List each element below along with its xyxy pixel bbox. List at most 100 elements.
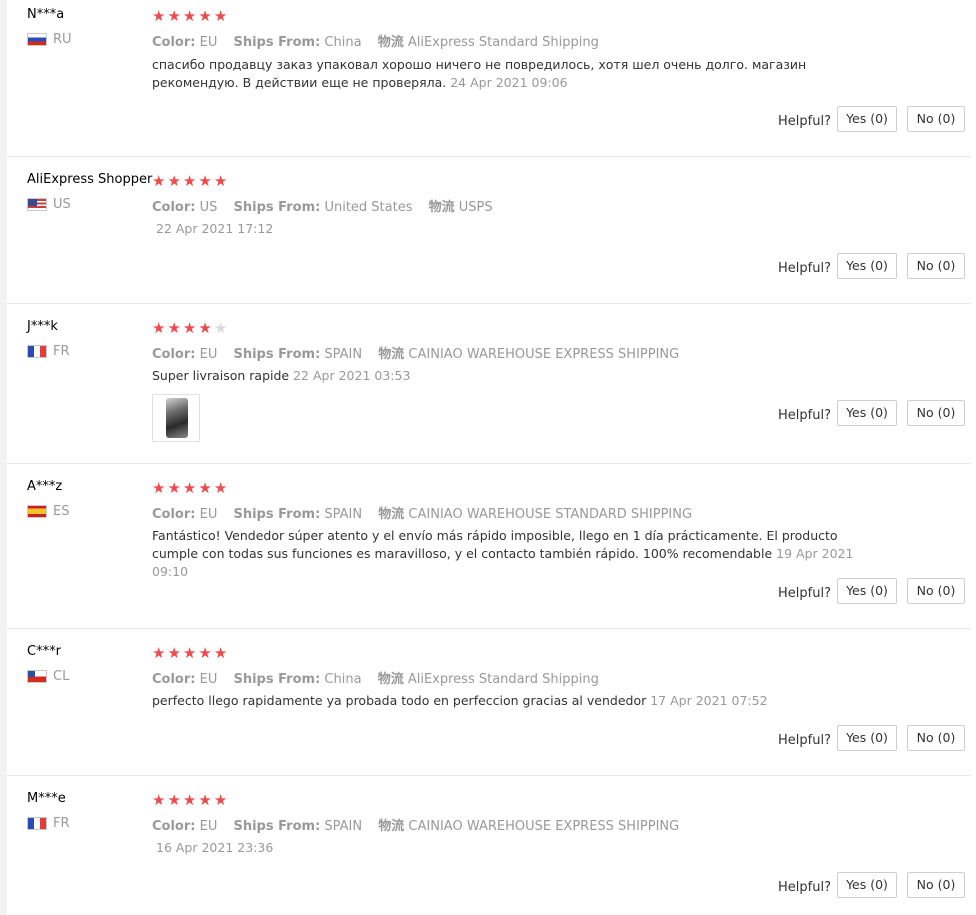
star-icon: ★ [152,479,166,497]
country-code: ES [53,504,70,519]
review-body: perfecto llego rapidamente ya probada to… [152,693,647,708]
helpful-no-button[interactable]: No (0) [907,725,965,751]
purchase-info: Color: EU Ships From: China 物流 AliExpres… [152,668,611,687]
color-label: Color: [152,347,196,362]
reviewer-country: ES [27,504,69,519]
star-icon: ★ [213,7,228,25]
flag-es-icon [27,505,47,518]
flag-fr-icon [27,345,47,358]
product-photo [166,398,188,438]
ships-from-label: Ships From: [233,35,321,50]
review-body: Fantástico! Vendedor súper atento y el e… [152,528,838,561]
star-icon: ★ [152,791,166,809]
helpful-yes-button[interactable]: Yes (0) [837,253,897,279]
star-icon: ★ [182,319,197,337]
color-label: Color: [152,819,196,834]
helpful-label: Helpful? [778,261,831,276]
review-date: 22 Apr 2021 17:12 [156,221,274,236]
review-text: 22 Apr 2021 17:12 [152,220,882,238]
helpful-no-button[interactable]: No (0) [907,400,965,426]
logistics-label: 物流 [378,819,405,834]
star-rating: ★ ★ ★ ★ ★ [152,173,227,189]
ships-from-label: Ships From: [233,672,321,687]
star-rating: ★ ★ ★ ★ ★ [152,645,227,661]
star-icon: ★ [167,479,181,497]
star-icon: ★ [198,172,212,190]
color-label: Color: [152,672,196,687]
color-value: EU [199,507,218,522]
ships-from-value: United States [324,200,413,215]
left-scroll-gutter [0,0,7,915]
reviewer-name: C***r [27,644,61,659]
reviewer-country: FR [27,344,70,359]
color-label: Color: [152,35,196,50]
shipping-method: CAINIAO WAREHOUSE EXPRESS SHIPPING [408,819,680,834]
review-date: 24 Apr 2021 09:06 [450,75,568,90]
logistics-label: 物流 [377,35,404,50]
color-value: EU [199,819,218,834]
star-icon: ★ [198,791,212,809]
helpful-no-button[interactable]: No (0) [907,106,965,132]
star-icon: ★ [152,644,166,662]
review-photo-thumbnail[interactable] [152,394,200,442]
review-date: 17 Apr 2021 07:52 [650,693,768,708]
star-icon: ★ [198,479,212,497]
flag-ru-icon [27,33,47,46]
star-icon: ★ [213,644,228,662]
review-item: A***z ES ★ ★ ★ ★ ★ Color: EU Ships From: SPA… [7,472,971,629]
purchase-info: Color: EU Ships From: China 物流 AliExpres… [152,31,611,50]
color-label: Color: [152,507,196,522]
star-icon: ★ [182,644,197,662]
star-icon: ★ [167,791,181,809]
star-rating: ★ ★ ★ ★ ★ [152,792,227,808]
helpful-yes-button[interactable]: Yes (0) [837,578,897,604]
review-text: спасибо продавцу заказ упаковал хорошо н… [152,56,882,92]
star-icon: ★ [167,172,181,190]
star-icon: ★ [152,7,166,25]
helpful-yes-button[interactable]: Yes (0) [837,872,897,898]
star-icon: ★ [213,791,228,809]
logistics-label: 物流 [377,672,404,687]
helpful-no-button[interactable]: No (0) [907,578,965,604]
helpful-yes-button[interactable]: Yes (0) [837,106,897,132]
review-body: Super livraison rapide [152,368,290,383]
reviewer-country: FR [27,816,70,831]
star-icon: ★ [198,7,212,25]
star-icon: ★ [167,644,181,662]
helpful-label: Helpful? [778,586,831,601]
review-text: Super livraison rapide 22 Apr 2021 03:53 [152,367,882,385]
review-item: N***a RU ★ ★ ★ ★ ★ Color: EU Ships From: Chi… [7,0,971,157]
country-code: CL [53,669,70,684]
star-icon: ★ [198,319,212,337]
review-item: M***e FR ★ ★ ★ ★ ★ Color: EU Ships From: SPA… [7,784,971,915]
shipping-method: USPS [458,200,493,215]
helpful-no-button[interactable]: No (0) [907,253,965,279]
country-code: RU [53,32,72,47]
shipping-method: CAINIAO WAREHOUSE EXPRESS SHIPPING [408,347,680,362]
reviewer-name: N***a [27,7,65,22]
helpful-no-button[interactable]: No (0) [907,872,965,898]
review-text: Fantástico! Vendedor súper atento y el e… [152,527,882,581]
helpful-label: Helpful? [778,880,831,895]
ships-from-value: SPAIN [324,347,363,362]
flag-cl-icon [27,670,47,683]
flag-us-icon [27,198,47,211]
helpful-yes-button[interactable]: Yes (0) [837,400,897,426]
ships-from-value: SPAIN [324,819,363,834]
star-icon: ★ [152,319,166,337]
helpful-yes-button[interactable]: Yes (0) [837,725,897,751]
review-text: perfecto llego rapidamente ya probada to… [152,692,882,710]
star-icon: ★ [182,7,197,25]
star-icon: ★ [213,172,228,190]
review-date: 22 Apr 2021 03:53 [293,368,411,383]
color-value: EU [199,347,218,362]
country-code: US [53,197,71,212]
country-code: FR [53,816,70,831]
purchase-info: Color: EU Ships From: SPAIN 物流 CAINIAO W… [152,343,691,362]
color-label: Color: [152,200,196,215]
ships-from-value: SPAIN [324,507,363,522]
star-icon: ★ [182,172,197,190]
color-value: EU [199,35,218,50]
star-icon: ★ [213,479,228,497]
star-icon: ★ [167,319,181,337]
